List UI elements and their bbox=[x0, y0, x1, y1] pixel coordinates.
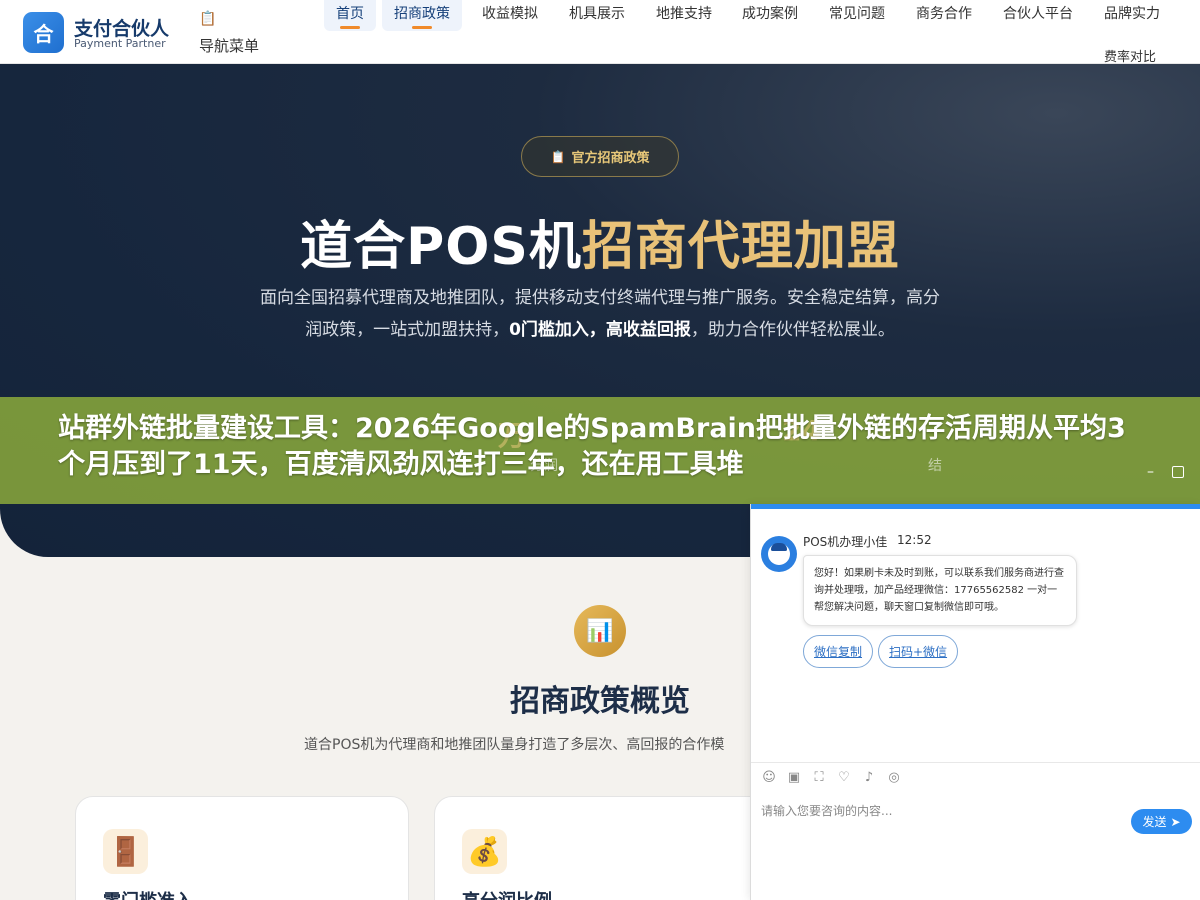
emoji-icon[interactable]: ☺ bbox=[761, 770, 777, 785]
scan-wechat-button[interactable]: 扫码+微信 bbox=[878, 635, 959, 668]
door-icon: 🚪 bbox=[103, 829, 148, 874]
clipboard-icon: 📋 bbox=[550, 149, 566, 164]
agent-avatar bbox=[761, 536, 797, 572]
banner-text: 站群外链批量建设工具：2026年Google的SpamBrain把批量外链的存活… bbox=[58, 413, 1126, 480]
rating-icon[interactable]: ♡ bbox=[836, 770, 852, 785]
nav-item-policy[interactable]: 招商政策 bbox=[382, 0, 462, 31]
clipboard-icon: 📋 bbox=[199, 11, 217, 27]
send-button[interactable]: 发送 ➤ bbox=[1131, 809, 1192, 834]
screenshot-icon[interactable]: ⛶ bbox=[811, 770, 827, 785]
image-icon[interactable]: ▣ bbox=[786, 770, 802, 785]
nav-item-devices[interactable]: 机具展示 bbox=[557, 0, 637, 31]
policy-card[interactable]: 🚪 零门槛准入 bbox=[75, 796, 409, 900]
nav-item-brand[interactable]: 品牌实力 bbox=[1092, 0, 1172, 31]
chat-topbar bbox=[751, 504, 1200, 509]
policy-card-title: 零门槛准入 bbox=[103, 887, 193, 900]
agent-name: POS机办理小佳 bbox=[803, 535, 888, 549]
logo-icon[interactable]: 合 bbox=[23, 12, 64, 53]
chat-window: POS机办理小佳 12:52 您好！如果刷卡未及时到账，可以联系我们服务商进行查… bbox=[750, 504, 1200, 900]
message-time: 12:52 bbox=[897, 533, 932, 547]
copy-wechat-button[interactable]: 微信复制 bbox=[803, 635, 874, 668]
nav-item-home[interactable]: 首页 bbox=[324, 0, 376, 31]
nav-item-partner-platform[interactable]: 合伙人平台 bbox=[991, 0, 1085, 31]
section-subtitle: 道合POS机为代理商和地推团队量身打造了多层次、高回报的合作模 bbox=[304, 737, 725, 753]
nav-item-earnings[interactable]: 收益模拟 bbox=[470, 0, 550, 31]
chat-message: 您好！如果刷卡未及时到账，可以联系我们服务商进行查询并处理哦，加产品经理微信：1… bbox=[803, 555, 1077, 626]
hero-badge: 📋 官方招商政策 bbox=[521, 136, 679, 177]
sound-icon[interactable]: ♪ bbox=[861, 770, 877, 785]
hero-description: 面向全国招募代理商及地推团队，提供移动支付终端代理与推广服务。安全稳定结算，高分… bbox=[260, 288, 940, 340]
minimize-icon[interactable]: – bbox=[1147, 465, 1159, 479]
nav-item-faq[interactable]: 常见问题 bbox=[817, 0, 897, 31]
chart-icon: 📊 bbox=[574, 605, 626, 657]
nav-item-support[interactable]: 地推支持 bbox=[644, 0, 724, 31]
money-bag-icon: 💰 bbox=[462, 829, 507, 874]
policy-card[interactable]: 💰 高分润比例 bbox=[434, 796, 768, 900]
chat-toolbar: ☺ ▣ ⛶ ♡ ♪ ◎ bbox=[761, 770, 902, 785]
divider bbox=[751, 762, 1200, 763]
chat-switch-icon[interactable]: ◎ bbox=[886, 770, 902, 785]
logo-subtitle: Payment Partner bbox=[74, 37, 166, 50]
nav-item-rates[interactable]: 费率对比 bbox=[1104, 46, 1156, 65]
nav-menu-toggle[interactable]: 📋 导航菜单 bbox=[199, 6, 279, 60]
overlay-banner[interactable]: 万 24 分润 结 站群外链批量建设工具：2026年Google的SpamBra… bbox=[0, 397, 1200, 504]
site-header: 合 支付合伙人 Payment Partner 📋 导航菜单 首页 招商政策 收益… bbox=[0, 0, 1200, 65]
maximize-icon[interactable] bbox=[1172, 466, 1184, 478]
policy-card-title: 高分润比例 bbox=[462, 887, 552, 900]
nav-item-business[interactable]: 商务合作 bbox=[904, 0, 984, 31]
hero-title: 道合POS机招商代理加盟 bbox=[300, 217, 900, 277]
nav-item-cases[interactable]: 成功案例 bbox=[730, 0, 810, 31]
send-icon: ➤ bbox=[1170, 814, 1181, 829]
chat-input[interactable]: 请输入您要咨询的内容... bbox=[761, 802, 892, 819]
